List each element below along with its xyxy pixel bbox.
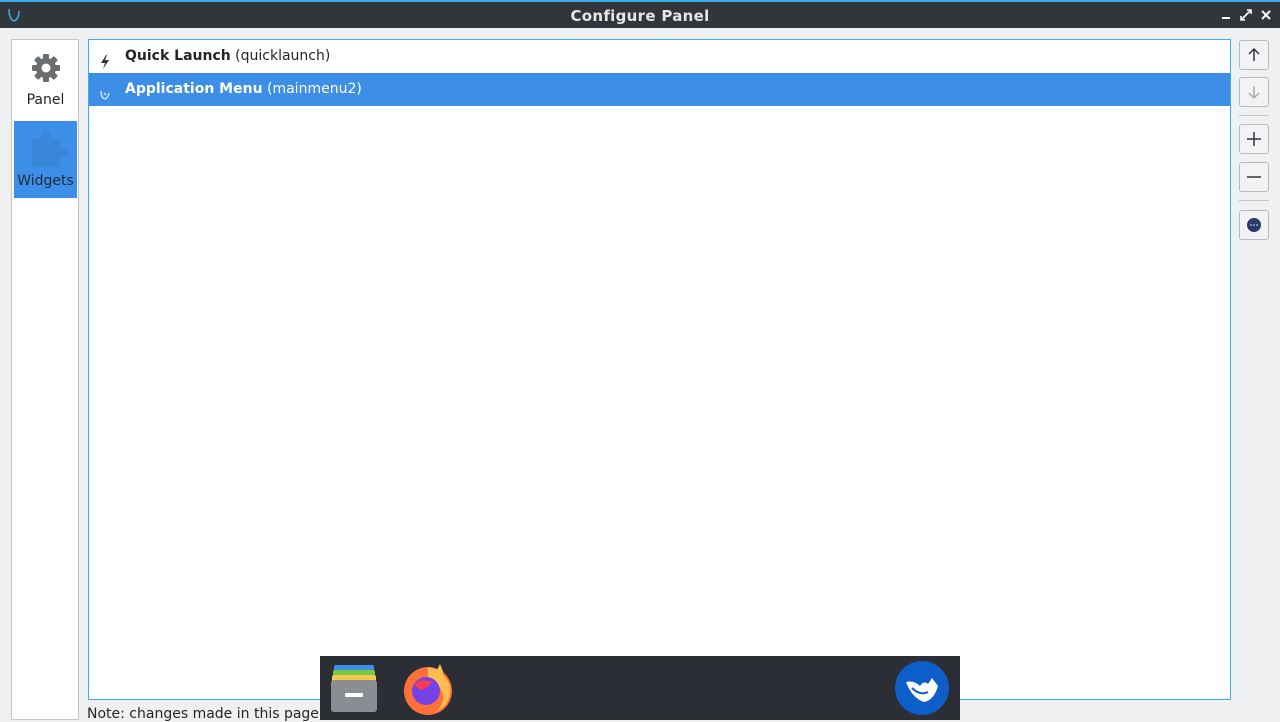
- widget-id: (quicklaunch): [235, 48, 331, 64]
- add-widget-button[interactable]: [1239, 124, 1269, 154]
- preferences-icon: [1247, 218, 1261, 232]
- move-down-button[interactable]: [1239, 77, 1269, 107]
- list-item[interactable]: Quick Launch (quicklaunch): [89, 40, 1230, 73]
- arrow-down-icon: [1248, 86, 1260, 100]
- minimize-button[interactable]: [1219, 8, 1233, 22]
- lightning-icon: [98, 49, 112, 69]
- window-title: Configure Panel: [570, 7, 710, 25]
- menu-bird-icon: [98, 82, 112, 100]
- window-titlebar[interactable]: Configure Panel: [0, 0, 1280, 28]
- puzzle-icon: [31, 131, 68, 167]
- firefox-icon[interactable]: [400, 660, 456, 716]
- dock: [320, 656, 960, 720]
- gear-icon: [31, 54, 60, 82]
- sidebar-item-label: Widgets: [17, 173, 74, 189]
- arrow-up-icon: [1248, 47, 1260, 61]
- minus-icon: [1247, 176, 1261, 178]
- button-divider: [1239, 115, 1269, 116]
- category-sidebar: Panel Widgets: [11, 39, 79, 720]
- widget-name: Application Menu: [125, 81, 263, 97]
- list-item[interactable]: Application Menu (mainmenu2): [89, 73, 1230, 106]
- widget-settings-button[interactable]: [1239, 210, 1269, 240]
- file-manager-icon[interactable]: [326, 660, 382, 716]
- sidebar-item-panel[interactable]: Panel: [14, 46, 77, 120]
- widget-name: Quick Launch: [125, 48, 231, 64]
- distro-menu-icon[interactable]: [894, 660, 950, 716]
- widget-id: (mainmenu2): [267, 81, 362, 97]
- maximize-button[interactable]: [1239, 8, 1253, 22]
- plus-icon: [1247, 132, 1261, 146]
- close-button[interactable]: [1259, 8, 1273, 22]
- widget-list[interactable]: Quick Launch (quicklaunch) Application M…: [88, 39, 1231, 700]
- sidebar-item-widgets[interactable]: Widgets: [14, 121, 77, 198]
- sidebar-item-label: Panel: [26, 92, 65, 108]
- button-divider: [1239, 200, 1269, 201]
- remove-widget-button[interactable]: [1239, 162, 1269, 192]
- move-up-button[interactable]: [1239, 40, 1269, 70]
